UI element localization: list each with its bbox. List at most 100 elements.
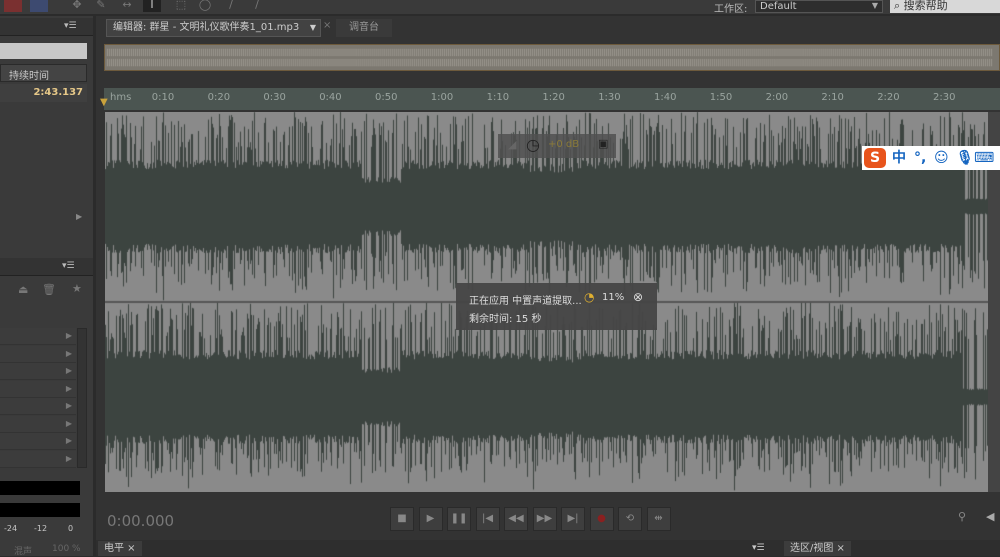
expand-arrow-icon[interactable]: ▶ [66,436,72,445]
expand-arrow-icon[interactable]: ▶ [66,401,72,410]
column-header-duration[interactable]: 持续时间 [0,64,87,82]
tab-selection-view[interactable]: 选区/视图 × [784,541,851,556]
emoji-icon[interactable]: ☺ [934,146,949,170]
time-ruler[interactable]: hms 0:10 0:20 0:30 0:40 0:50 1:00 1:10 1:20 1:30 1… [104,88,1000,110]
sogou-logo-icon[interactable]: S [864,148,886,168]
to-end-button[interactable]: ▶| [561,507,585,531]
search-icon: ⌕ [894,0,904,12]
expand-arrow-icon[interactable]: ▶ [66,419,72,428]
zoom-icon[interactable]: ⚲ [958,510,966,523]
effect-list-item[interactable]: ▶ [0,328,76,345]
meter-tick: -24 [4,524,18,533]
keyboard-icon[interactable]: ⌨ [974,146,994,170]
expand-arrow-icon[interactable]: ▶ [66,331,72,340]
brush-tool-icon[interactable]: / [222,0,240,12]
progress-popup: 正在应用 中置声道提取... ◔ 11% ⊗ 剩余时间: 15 秒 [456,283,657,330]
tab-level[interactable]: 电平 × [98,541,142,556]
razor-tool-icon[interactable]: ✎ [92,0,110,12]
waveform-view-icon[interactable] [4,0,22,12]
stop-button[interactable]: ■ [390,507,414,531]
duration-header-label: 持续时间 [9,71,49,82]
microphone-icon[interactable]: 🎙 [956,146,974,170]
expand-arrow-icon[interactable]: ▶ [66,349,72,358]
workspace-select[interactable]: Default [755,0,883,13]
expand-arrow-icon[interactable]: ▶ [66,384,72,393]
ruler-tick: 1:10 [486,92,510,103]
effect-list-item[interactable]: ▶ [0,380,76,398]
progress-spinner-icon: ◔ [584,290,595,304]
remaining-time: 剩余时间: 15 秒 [469,314,542,325]
time-selection-tool-icon[interactable]: I [143,0,161,12]
list-scrollbar[interactable] [77,328,87,468]
panel-menu-icon[interactable]: ▾☰ [64,21,77,31]
cancel-icon[interactable]: ⊗ [633,290,643,304]
bottom-panels [96,540,1000,556]
fast-forward-button[interactable]: ▶▶ [532,507,557,531]
panel-menu-icon[interactable]: ▾☰ [752,543,765,553]
play-button[interactable]: ▶ [418,507,443,531]
volume-bars-icon: ◢ [508,138,517,151]
healing-tool-icon[interactable]: / [248,0,266,12]
files-panel-header: ▾☰ [0,18,93,36]
effect-list-item[interactable]: ▶ [0,433,76,450]
chevron-down-icon[interactable]: ▼ [310,20,316,36]
editor-tab-label: 编辑器: 群星 - 文明礼仪歌伴奏1_01.mp3 [113,22,300,33]
loop-button[interactable]: ⟲ [618,507,642,531]
spectral-view-icon[interactable] [30,0,48,12]
meter-tick: -12 [34,524,48,533]
overview-waveform[interactable] [104,44,1000,71]
pause-button[interactable]: ❚❚ [447,507,471,531]
ruler-tick: 1:20 [542,92,565,103]
skip-button[interactable]: ⇹ [646,507,671,531]
effect-list-item[interactable]: ▶ [0,363,76,380]
files-search-input[interactable] [0,43,87,59]
effect-list-item[interactable]: ▶ [0,398,76,415]
ruler-tick: hms [110,92,132,103]
playhead-marker-icon[interactable]: ▼ [100,97,108,108]
move-tool-icon[interactable]: ✥ [68,0,86,12]
zoom-in-amplitude-icon[interactable]: ◀ [986,510,994,523]
tab-editor[interactable]: 编辑器: 群星 - 文明礼仪歌伴奏1_01.mp3 ▼ [106,19,321,37]
tab-mixer[interactable]: 调音台 [336,19,392,37]
help-search-input[interactable]: ⌕ 搜索帮助 [890,0,1000,13]
time-stretch-icon[interactable]: ↔ [118,0,136,12]
ime-lang[interactable]: 中 [892,146,906,170]
to-start-button[interactable]: |◀ [475,507,500,531]
lasso-tool-icon[interactable]: ◯ [196,0,214,12]
gain-hud: ◢ ◷ +0 dB ▣ [498,134,616,158]
effect-list-item[interactable]: ▶ [0,450,76,468]
current-time: 0:00.000 [107,512,175,530]
ruler-tick: 0:30 [263,92,286,103]
ruler-tick: 2:30 [933,92,956,103]
chevron-down-icon[interactable]: ▼ [868,0,882,13]
ruler-tick: 0:20 [207,92,231,103]
close-icon[interactable]: × [323,20,331,31]
trash-icon[interactable]: 🗑 [42,283,56,296]
scroll-right-icon[interactable]: ▶ [76,212,82,221]
meter-tick: 0 [68,524,74,533]
marquee-tool-icon[interactable]: ⬚ [172,0,190,12]
record-button[interactable]: ● [589,507,614,531]
expand-arrow-icon[interactable]: ▶ [66,454,72,463]
effect-list-item[interactable]: ▶ [0,415,76,433]
rewind-button[interactable]: ◀◀ [504,507,528,531]
ime-punct[interactable]: °, [914,146,926,170]
ruler-tick: 0:50 [375,92,398,103]
effect-list-item[interactable]: ▶ [0,345,76,363]
selection-tab-label: 选区/视图 [790,543,834,554]
ruler-tick: 1:30 [598,92,621,103]
top-toolbar: ✥ ✎ ↔ I ⬚ ◯ / / 工作区: Default ▼ ⌕ 搜索帮助 [0,0,1000,15]
file-duration[interactable]: 2:43.137 [0,84,87,102]
help-search-placeholder: 搜索帮助 [903,0,948,12]
ruler-tick: 0:10 [151,92,175,103]
effects-panel-header: ▾☰ [0,258,93,276]
import-icon[interactable]: ⏏ [18,283,28,296]
favorite-star-icon[interactable]: ★ [72,282,82,295]
mix-value: 100 % [52,544,81,554]
ruler-tick: 2:10 [821,92,844,103]
pin-icon[interactable]: ▣ [598,137,608,150]
expand-arrow-icon[interactable]: ▶ [66,366,72,375]
panel-menu-icon[interactable]: ▾☰ [62,261,75,271]
gain-knob-icon[interactable]: ◷ [526,135,540,154]
ruler-tick: 1:00 [430,92,454,103]
